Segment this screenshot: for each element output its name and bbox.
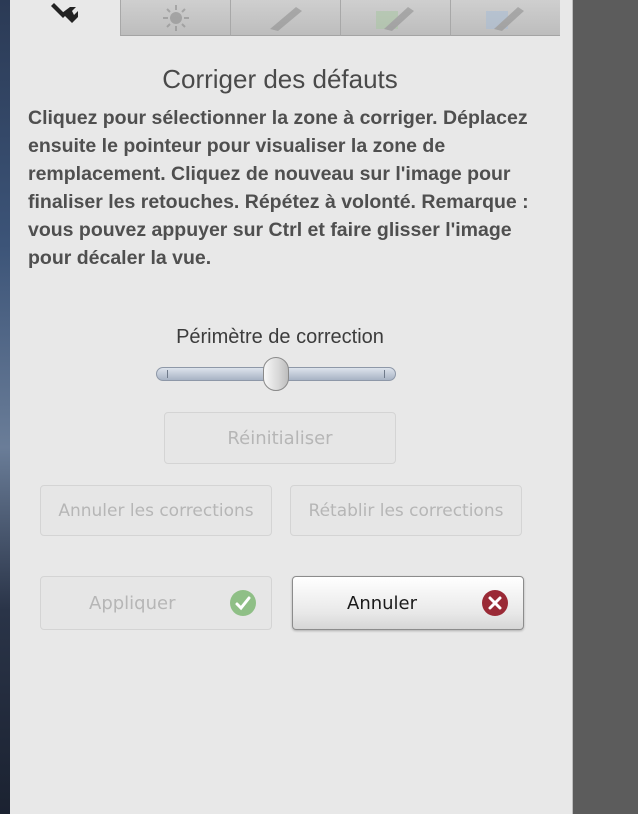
redo-corrections-button[interactable]: Rétablir les corrections: [290, 485, 522, 536]
tab-green-brush[interactable]: [340, 0, 450, 36]
wrench-icon: [51, 3, 78, 23]
right-background: [572, 0, 638, 814]
image-edge: [0, 0, 10, 814]
instructions-text: Cliquez pour sélectionner la zone à corr…: [28, 107, 529, 269]
brush-icon: [269, 6, 302, 31]
brightness-icon: [162, 4, 189, 31]
tab-brush[interactable]: [230, 0, 340, 36]
apply-button[interactable]: Appliquer: [40, 576, 272, 630]
tab-brightness[interactable]: [120, 0, 230, 36]
check-icon: [230, 590, 256, 616]
tool-tabs: [10, 0, 560, 36]
slider-label: Périmètre de correction: [176, 326, 384, 348]
reset-button[interactable]: Réinitialiser: [164, 412, 396, 464]
tab-fix[interactable]: [10, 0, 120, 36]
fix-panel: Corriger des défauts Cliquez pour sélect…: [10, 0, 573, 814]
undo-corrections-button[interactable]: Annuler les corrections: [40, 485, 272, 536]
reset-button-label: Réinitialiser: [227, 427, 333, 449]
redo-corrections-label: Rétablir les corrections: [308, 500, 504, 521]
cancel-button-label: Annuler: [347, 592, 418, 614]
close-icon: [482, 590, 508, 616]
apply-button-label: Appliquer: [89, 592, 176, 614]
radius-slider-thumb[interactable]: [263, 357, 289, 391]
blue-brush-icon: [485, 6, 524, 31]
tab-blue-brush[interactable]: [450, 0, 560, 36]
green-brush-icon: [375, 6, 414, 31]
panel-title: Corriger des défauts: [162, 64, 398, 94]
cancel-button[interactable]: Annuler: [292, 576, 524, 630]
undo-corrections-label: Annuler les corrections: [58, 500, 254, 521]
